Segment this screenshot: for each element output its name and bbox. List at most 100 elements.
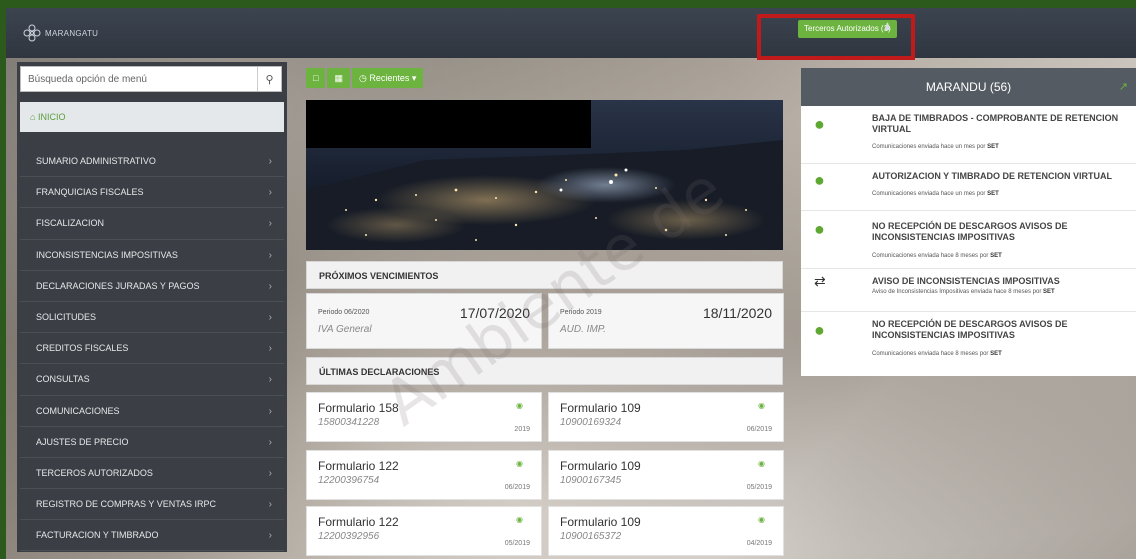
vencimiento-card[interactable]: Periodo 06/2020 17/07/2020 IVA General <box>306 293 542 349</box>
brand-logo[interactable]: MARANGATU <box>22 23 98 43</box>
marandu-panel: MARANDU (56) ↗ ● BAJA DE TIMBRADOS - COM… <box>801 68 1136 376</box>
sidebar-item-label: FRANQUICIAS FISCALES <box>36 187 144 198</box>
sidebar-item-solicitudes[interactable]: SOLICITUDES › <box>20 302 284 334</box>
declaracion-number: 10900167345 <box>560 475 622 486</box>
city-night-banner <box>306 100 783 250</box>
chevron-right-icon: › <box>268 343 272 355</box>
message-title: AVISO DE INCONSISTENCIAS IMPOSITIVAS <box>872 276 1060 286</box>
redacted-area <box>306 100 591 148</box>
message-title: BAJA DE TIMBRADOS - COMPROBANTE DE RETEN… <box>872 113 1119 134</box>
quick-toolbar: □ ▦ ◷ Recientes ▾ <box>306 68 425 88</box>
declaracion-period: 06/2019 <box>504 484 530 491</box>
declaracion-card[interactable]: Formulario 122 12200396754 ◉ 06/2019 <box>306 450 542 500</box>
comment-icon: ● <box>814 114 825 134</box>
chevron-right-icon: › <box>268 374 272 386</box>
sidebar-item-franquicias[interactable]: FRANQUICIAS FISCALES › <box>20 177 284 209</box>
message-item[interactable]: ● AUTORIZACION Y TIMBRADO DE RETENCION V… <box>801 164 1136 211</box>
chevron-right-icon: › <box>268 436 272 448</box>
declaracion-period: 2019 <box>514 426 530 433</box>
message-item[interactable]: ● NO RECEPCIÓN DE DESCARGOS AVISOS DE IN… <box>801 211 1136 269</box>
declaracion-period: 06/2019 <box>746 426 772 433</box>
eye-icon[interactable]: ◉ <box>758 515 765 524</box>
chevron-right-icon: › <box>268 218 272 230</box>
shuffle-icon: ⇄ <box>814 273 826 289</box>
comment-icon: ● <box>814 320 825 340</box>
vencimiento-tax: AUD. IMP. <box>560 324 606 335</box>
sidebar-item-terceros[interactable]: TERCEROS AUTORIZADOS › <box>20 458 284 490</box>
message-meta: Comunicaciones enviada hace 8 meses por … <box>872 253 1002 259</box>
menu-search: ⚲ <box>20 66 282 92</box>
sidebar-item-fiscalizacion[interactable]: FISCALIZACION › <box>20 208 284 240</box>
marangatu-logo-icon <box>23 24 41 42</box>
vencimiento-tax: IVA General <box>318 324 372 335</box>
sidebar-item-label: INICIO <box>37 112 66 122</box>
sidebar-item-creditos[interactable]: CREDITOS FISCALES › <box>20 333 284 365</box>
eye-icon[interactable]: ◉ <box>516 401 523 410</box>
menu-search-input[interactable] <box>21 67 257 91</box>
declaracion-form: Formulario 109 <box>560 515 641 529</box>
external-link-icon[interactable]: ↗ <box>1119 68 1128 106</box>
declaracion-card[interactable]: Formulario 109 10900167345 ◉ 05/2019 <box>548 450 784 500</box>
sidebar: ⚲ ⌂ INICIO SUMARIO ADMINISTRATIVO › FRANQ… <box>17 62 287 552</box>
sidebar-item-label: CREDITOS FISCALES <box>36 343 129 354</box>
declaracion-card[interactable]: Formulario 158 15800341228 ◉ 2019 <box>306 392 542 442</box>
chevron-right-icon: › <box>268 311 272 323</box>
sidebar-item-label: AJUSTES DE PRECIO <box>36 436 129 447</box>
sidebar-item-inicio[interactable]: ⌂ INICIO <box>20 102 284 132</box>
declaracion-card[interactable]: Formulario 109 10900165372 ◉ 04/2019 <box>548 506 784 556</box>
recent-dropdown[interactable]: ◷ Recientes ▾ <box>351 68 424 88</box>
calculator-icon: ▦ <box>334 73 343 83</box>
sidebar-item-comunicaciones[interactable]: COMUNICACIONES › <box>20 396 284 427</box>
eye-icon[interactable]: ◉ <box>758 459 765 468</box>
sidebar-item-label: COMUNICACIONES <box>36 405 120 416</box>
eye-icon[interactable]: ◉ <box>516 459 523 468</box>
chevron-right-icon: › <box>268 467 272 479</box>
vencimiento-date: 17/07/2020 <box>459 305 530 321</box>
vencimiento-period: Periodo 06/2020 <box>318 309 370 316</box>
message-item[interactable]: ● BAJA DE TIMBRADOS - COMPROBANTE DE RET… <box>801 106 1136 164</box>
eye-icon[interactable]: ◉ <box>758 401 765 410</box>
calculator-button[interactable]: ▦ <box>327 68 350 88</box>
comment-icon: ● <box>814 219 825 239</box>
message-title: NO RECEPCIÓN DE DESCARGOS AVISOS DE INCO… <box>872 319 1068 340</box>
vencimiento-period: Periodo 2019 <box>560 309 602 316</box>
declaracion-card[interactable]: Formulario 109 10900169324 ◉ 06/2019 <box>548 392 784 442</box>
search-icon[interactable]: ⚲ <box>257 67 281 91</box>
vencimientos-header: PRÓXIMOS VENCIMIENTOS <box>306 261 783 289</box>
file-icon: □ <box>313 73 319 83</box>
sidebar-item-registro[interactable]: REGISTRO DE COMPRAS Y VENTAS IRPC › <box>20 489 284 521</box>
sidebar-item-consultas[interactable]: CONSULTAS › <box>20 364 284 396</box>
declaracion-number: 10900165372 <box>560 531 622 542</box>
sidebar-item-label: INCONSISTENCIAS IMPOSITIVAS <box>36 249 178 260</box>
message-item[interactable]: ⇄ AVISO DE INCONSISTENCIAS IMPOSITIVAS A… <box>801 269 1136 312</box>
sidebar-menu: SUMARIO ADMINISTRATIVO › FRANQUICIAS FISC… <box>20 146 284 552</box>
sidebar-item-label: TERCEROS AUTORIZADOS <box>36 467 153 478</box>
marandu-header: MARANDU (56) ↗ <box>801 68 1136 106</box>
brand-name: MARANGATU <box>45 28 99 38</box>
chevron-right-icon: › <box>268 280 272 292</box>
message-title: NO RECEPCIÓN DE DESCARGOS AVISOS DE INCO… <box>872 221 1068 242</box>
message-title: AUTORIZACION Y TIMBRADO DE RETENCION VIR… <box>872 171 1113 181</box>
sidebar-item-declaraciones[interactable]: DECLARACIONES JURADAS Y PAGOS › <box>20 271 284 302</box>
message-meta: Comunicaciones enviada hace un mes por S… <box>872 144 999 150</box>
comment-icon: ● <box>814 170 825 190</box>
declaracion-card[interactable]: Formulario 122 12200392956 ◉ 05/2019 <box>306 506 542 556</box>
vencimiento-date: 18/11/2020 <box>702 305 772 321</box>
declaracion-form: Formulario 109 <box>560 401 641 415</box>
recent-label: Recientes <box>369 73 410 83</box>
chevron-right-icon: › <box>268 499 272 511</box>
sidebar-item-sumario[interactable]: SUMARIO ADMINISTRATIVO › <box>20 146 284 178</box>
message-item[interactable]: ● NO RECEPCIÓN DE DESCARGOS AVISOS DE IN… <box>801 312 1136 372</box>
sidebar-item-label: SOLICITUDES <box>36 311 97 322</box>
sidebar-item-ajustes[interactable]: AJUSTES DE PRECIO › <box>20 427 284 458</box>
declaraciones-header: ÚLTIMAS DECLARACIONES <box>306 357 783 385</box>
declaracion-period: 04/2019 <box>746 540 772 547</box>
eye-icon[interactable]: ◉ <box>516 515 523 524</box>
sidebar-item-facturacion[interactable]: FACTURACION Y TIMBRADO › <box>20 520 284 552</box>
sidebar-item-inconsistencias[interactable]: INCONSISTENCIAS IMPOSITIVAS › <box>20 240 284 271</box>
new-document-button[interactable]: □ <box>306 68 326 88</box>
chevron-right-icon: › <box>268 405 272 417</box>
declaracion-number: 12200392956 <box>318 531 380 542</box>
declaracion-number: 15800341228 <box>318 417 380 428</box>
vencimiento-card[interactable]: Periodo 2019 18/11/2020 AUD. IMP. <box>548 293 784 349</box>
